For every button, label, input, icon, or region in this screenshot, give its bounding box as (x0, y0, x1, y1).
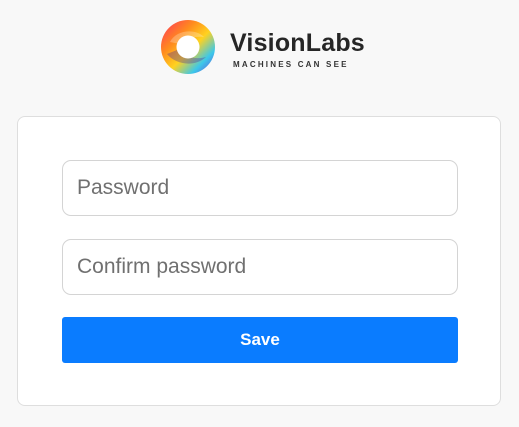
password-form-card: Save (17, 116, 501, 406)
brand-name: VisionLabs (230, 29, 365, 57)
confirm-password-input[interactable] (62, 239, 458, 295)
visionlabs-logo-icon (161, 20, 215, 74)
save-button[interactable]: Save (62, 317, 458, 363)
brand-text: VisionLabs MACHINES CAN SEE (230, 25, 365, 69)
password-input[interactable] (62, 160, 458, 216)
reset-password-page: VisionLabs MACHINES CAN SEE Save (0, 0, 519, 427)
brand-tagline: MACHINES CAN SEE (233, 60, 349, 69)
brand-logo: VisionLabs MACHINES CAN SEE (160, 18, 365, 76)
